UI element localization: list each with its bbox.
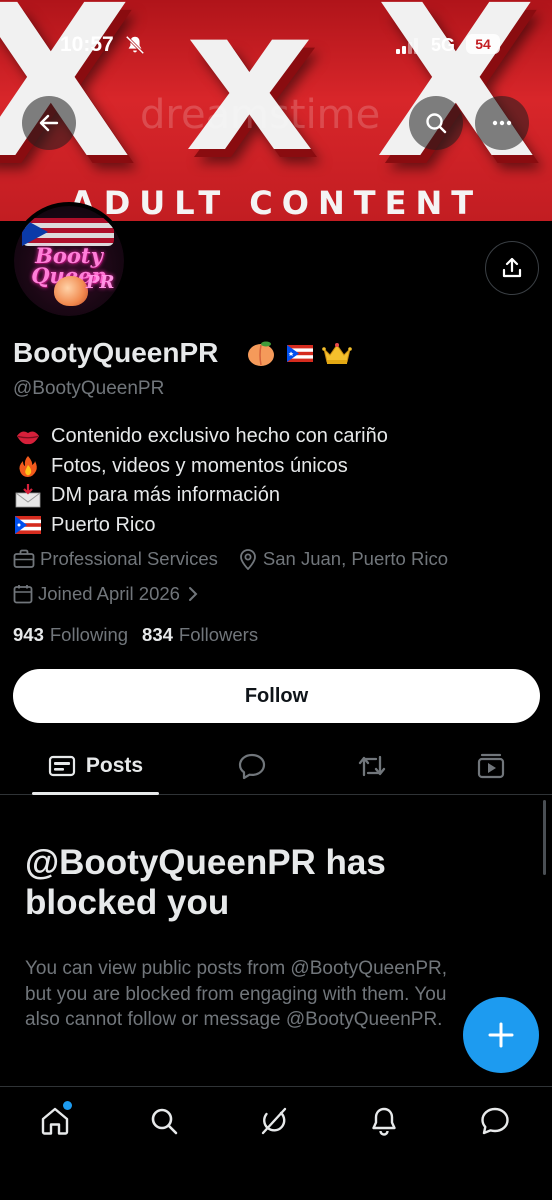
posts-icon (48, 755, 76, 777)
calendar-icon (13, 585, 33, 604)
search-icon (426, 113, 447, 134)
tab-reposts[interactable] (348, 737, 396, 795)
puerto-rico-flag-emoji (15, 514, 41, 536)
location-text: San Juan, Puerto Rico (262, 548, 448, 569)
more-horizontal-icon (492, 120, 512, 126)
nav-messages[interactable] (475, 1101, 515, 1141)
profile-location: San Juan, Puerto Rico (238, 548, 448, 570)
puerto-rico-flag-emoji (287, 345, 313, 362)
lips-emoji (15, 426, 41, 448)
search-icon (151, 1108, 178, 1135)
following-label: Following (49, 624, 129, 645)
followers-link[interactable]: 834 Followers (142, 624, 258, 646)
bio-text: Contenido exclusivo hecho con cariño (51, 425, 388, 448)
bio-text: DM para más información (51, 484, 280, 507)
briefcase-icon (13, 549, 35, 568)
bio-line: Contenido exclusivo hecho con cariño (15, 422, 535, 452)
share-icon (502, 257, 522, 278)
followers-label: Followers (178, 624, 259, 645)
avatar-logo-sub: PR (86, 272, 115, 293)
compose-post-button[interactable] (463, 997, 539, 1073)
bio-text: Puerto Rico (51, 513, 156, 536)
follow-counts: 943 Following 834 Followers (13, 624, 272, 646)
blocked-title: @BootyQueenPR has blocked you (25, 843, 525, 923)
follow-button[interactable]: Follow (13, 669, 540, 723)
flag-triangle (22, 218, 48, 246)
back-button[interactable] (22, 96, 76, 150)
nav-home[interactable] (35, 1101, 75, 1141)
bottom-navigation (0, 1086, 552, 1200)
profile-category: Professional Services (13, 548, 218, 570)
banner-watermark: dreamstime (140, 92, 381, 138)
bio-line: Fotos, videos y momentos únicos (15, 452, 535, 482)
following-link[interactable]: 943 Following (13, 624, 128, 646)
profile-avatar[interactable]: Booty Queen PR (10, 202, 128, 320)
notification-dot (63, 1101, 72, 1110)
profile-joined[interactable]: Joined April 2026 (13, 583, 205, 605)
scrollbar[interactable] (543, 800, 546, 875)
nav-grok[interactable] (254, 1101, 294, 1141)
battery-indicator: 54 (466, 34, 500, 54)
bio-line: DM para más información (15, 481, 535, 511)
cellular-signal-icon (396, 38, 418, 54)
nav-notifications[interactable] (364, 1101, 404, 1141)
notifications-icon (372, 1107, 396, 1136)
network-type: 5G (431, 35, 456, 55)
tab-posts[interactable]: Posts (32, 737, 159, 795)
peach-emoji (248, 341, 274, 366)
joined-text: Joined April 2026 (38, 583, 180, 604)
category-text: Professional Services (40, 548, 218, 569)
following-count: 943 (13, 624, 44, 645)
display-name: BootyQueenPR (13, 337, 219, 368)
avatar-logo: Booty Queen PR (14, 206, 124, 316)
arrow-left-icon (39, 114, 59, 132)
profile-meta: Professional Services San Juan, Puerto R… (13, 548, 468, 570)
location-pin-icon (239, 549, 256, 570)
envelope-arrow-emoji (15, 483, 41, 508)
profile-bio: Contenido exclusivo hecho con cariño Fot… (15, 422, 535, 540)
fire-emoji (15, 455, 41, 478)
share-profile-button[interactable] (485, 241, 539, 295)
tab-replies[interactable] (228, 737, 276, 795)
replies-icon (238, 753, 266, 780)
bio-line: Puerto Rico (15, 511, 535, 541)
joined-row[interactable]: Joined April 2026 (13, 583, 225, 605)
tab-posts-label: Posts (85, 754, 144, 777)
blocked-desc-line: but you are blocked from engaging with t… (25, 983, 447, 1005)
crown-emoji (322, 343, 352, 364)
blocked-desc-line: also cannot follow or message @BootyQuee… (25, 1009, 443, 1030)
peach-graphic (54, 276, 88, 306)
profile-tabs: Posts (0, 737, 552, 795)
blocked-title-line: @BootyQueenPR has (25, 843, 386, 882)
tab-media[interactable] (467, 737, 515, 795)
blocked-description: You can view public posts from @BootyQue… (25, 956, 531, 1033)
media-icon (477, 753, 505, 779)
bio-text: Fotos, videos y momentos únicos (51, 454, 348, 477)
reposts-icon (358, 755, 386, 777)
plus-icon (488, 1022, 514, 1048)
active-tab-indicator (32, 792, 159, 795)
blocked-title-line: blocked you (25, 883, 230, 922)
silent-mode-icon (125, 35, 145, 55)
blocked-desc-line: You can view public posts from @BootyQue… (25, 958, 448, 979)
messages-icon (481, 1107, 509, 1135)
status-time: 10:57 (60, 33, 114, 56)
followers-count: 834 (142, 624, 173, 645)
grok-icon (261, 1107, 287, 1135)
search-button[interactable] (409, 96, 463, 150)
nav-search[interactable] (144, 1101, 184, 1141)
more-options-button[interactable] (475, 96, 529, 150)
profile-handle: @BootyQueenPR (13, 378, 165, 399)
chevron-right-icon (188, 587, 198, 601)
